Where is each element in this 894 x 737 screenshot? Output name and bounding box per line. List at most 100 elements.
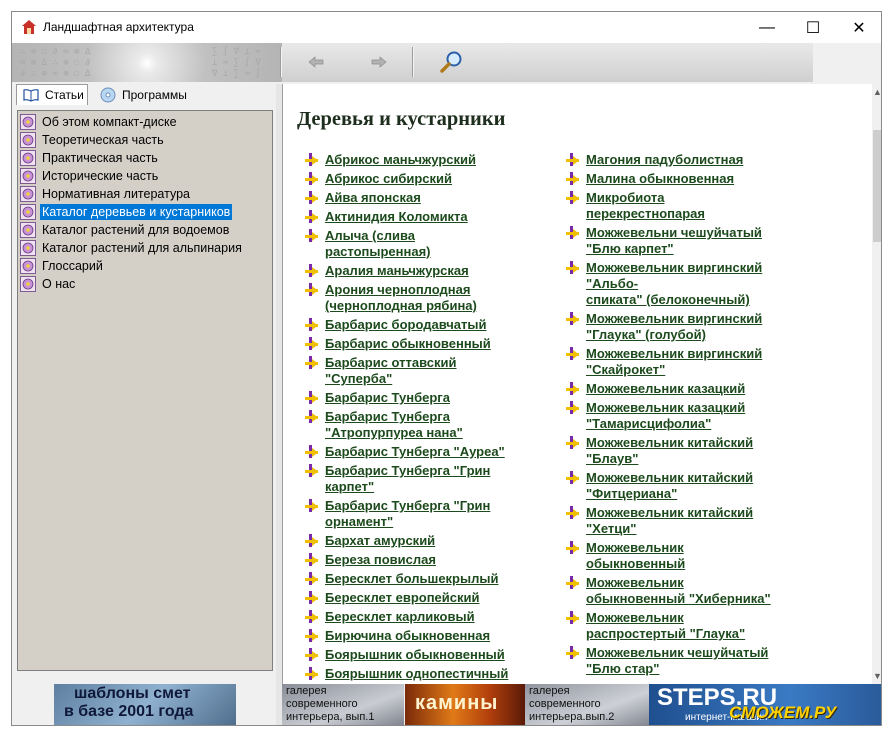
catalog-link[interactable]: Барбарис Тунберга "Ауреа": [305, 444, 535, 460]
catalog-link-text[interactable]: Барбарис Тунберга "Атропурпуреа нана": [325, 409, 463, 441]
catalog-link[interactable]: Бересклет европейский: [305, 590, 535, 606]
catalog-link[interactable]: Микробиота перекрестнопарая: [566, 190, 786, 222]
catalog-link[interactable]: Боярышник обыкновенный: [305, 647, 535, 663]
catalog-link-text[interactable]: Абрикос маньчжурский: [325, 152, 476, 168]
tree-item[interactable]: Об этом компакт-диске: [18, 113, 179, 131]
catalog-link[interactable]: Барбарис Тунберга "Грин карпет": [305, 463, 535, 495]
catalog-link-text[interactable]: Можжевельник китайский "Фитцериана": [586, 470, 753, 502]
catalog-link-text[interactable]: Абрикос сибирский: [325, 171, 452, 187]
catalog-link-text[interactable]: Барбарис оттавский "Суперба": [325, 355, 457, 387]
catalog-link-text[interactable]: Можжевельник обыкновенный "Хиберника": [586, 575, 771, 607]
catalog-link-text[interactable]: Можжевельник китайский "Блаув": [586, 435, 753, 467]
catalog-link[interactable]: Бересклет карликовый: [305, 609, 535, 625]
catalog-link[interactable]: Айва японская: [305, 190, 535, 206]
catalog-link-text[interactable]: Барбарис обыкновенный: [325, 336, 491, 352]
minimize-button[interactable]: —: [744, 12, 790, 43]
catalog-link-text[interactable]: Береза повислая: [325, 552, 436, 568]
tree-item[interactable]: Каталог растений для альпинария: [18, 239, 244, 257]
banner-fireplaces[interactable]: камины: [405, 684, 525, 725]
tree-item[interactable]: Практическая часть: [18, 149, 160, 167]
catalog-link[interactable]: Бархат амурский: [305, 533, 535, 549]
tree-item[interactable]: Теоретическая часть: [18, 131, 166, 149]
catalog-link[interactable]: Можжевельни чешуйчатый "Блю карпет": [566, 225, 786, 257]
catalog-link[interactable]: Можжевельник чешуйчатый "Блю стар": [566, 645, 786, 677]
catalog-link-text[interactable]: Бархат амурский: [325, 533, 435, 549]
content-scrollbar[interactable]: ▲ ▼: [872, 84, 881, 684]
catalog-link[interactable]: Барбарис обыкновенный: [305, 336, 535, 352]
tree-item[interactable]: Нормативная литература: [18, 185, 192, 203]
catalog-link[interactable]: Береза повислая: [305, 552, 535, 568]
catalog-link[interactable]: Барбарис бородавчатый: [305, 317, 535, 333]
catalog-link-text[interactable]: Барбарис Тунберга "Грин орнамент": [325, 498, 490, 530]
catalog-link[interactable]: Барбарис оттавский "Суперба": [305, 355, 535, 387]
tab-programs[interactable]: Программы: [94, 84, 200, 105]
catalog-link-text[interactable]: Бересклет карликовый: [325, 609, 475, 625]
catalog-link-text[interactable]: Можжевельник казацкий: [586, 381, 745, 397]
forward-button[interactable]: [365, 48, 393, 76]
catalog-link[interactable]: Можжевельник распростертый "Глаука": [566, 610, 786, 642]
catalog-link[interactable]: Можжевельник виргинский "Альбо-спиката" (…: [566, 260, 786, 308]
catalog-link[interactable]: Аралия маньчжурская: [305, 263, 535, 279]
catalog-link-text[interactable]: Можжевельни чешуйчатый "Блю карпет": [586, 225, 762, 257]
catalog-link[interactable]: Малина обыкновенная: [566, 171, 786, 187]
catalog-link-text[interactable]: Можжевельник виргинский "Альбо-спиката" (…: [586, 260, 762, 308]
banner-steps-shop[interactable]: STEPS.RU интернет-магазин СМОЖЕМ.РУ: [649, 684, 881, 725]
tree-item[interactable]: О нас: [18, 275, 77, 293]
banner-estimate-templates[interactable]: шаблоны смет в базе 2001 года: [54, 684, 236, 725]
catalog-link-text[interactable]: Можжевельник чешуйчатый "Блю стар": [586, 645, 768, 677]
tree-item[interactable]: Каталог деревьев и кустарников: [18, 203, 233, 221]
catalog-link[interactable]: Можжевельник обыкновенный "Хиберника": [566, 575, 786, 607]
maximize-button[interactable]: ☐: [790, 12, 836, 43]
catalog-link-text[interactable]: Боярышник обыкновенный: [325, 647, 505, 663]
scroll-down-arrow[interactable]: ▼: [872, 668, 881, 684]
catalog-link[interactable]: Арония черноплодная (черноплодная рябина): [305, 282, 535, 314]
tab-articles[interactable]: Статьи: [16, 84, 88, 105]
catalog-link[interactable]: Бирючина обыкновенная: [305, 628, 535, 644]
tree-item[interactable]: Каталог растений для водоемов: [18, 221, 231, 239]
catalog-link-text[interactable]: Актинидия Коломикта: [325, 209, 468, 225]
banner-interior-gallery-1[interactable]: галерея современного интерьера, вып.1: [282, 684, 404, 725]
catalog-link[interactable]: Магония падуболистная: [566, 152, 786, 168]
catalog-link-text[interactable]: Можжевельник распростертый "Глаука": [586, 610, 745, 642]
catalog-link[interactable]: Барбарис Тунберга: [305, 390, 535, 406]
catalog-link-text[interactable]: Айва японская: [325, 190, 421, 206]
catalog-link-text[interactable]: Можжевельник обыкновенный: [586, 540, 685, 572]
catalog-link-text[interactable]: Малина обыкновенная: [586, 171, 734, 187]
catalog-link-text[interactable]: Барбарис Тунберга: [325, 390, 450, 406]
catalog-link[interactable]: Абрикос сибирский: [305, 171, 535, 187]
catalog-link-text[interactable]: Можжевельник китайский "Хетци": [586, 505, 753, 537]
catalog-link-text[interactable]: Можжевельник виргинский "Скайрокет": [586, 346, 762, 378]
catalog-link[interactable]: Можжевельник китайский "Хетци": [566, 505, 786, 537]
catalog-link[interactable]: Бересклет большекрылый: [305, 571, 535, 587]
catalog-link[interactable]: Актинидия Коломикта: [305, 209, 535, 225]
catalog-link-text[interactable]: Магония падуболистная: [586, 152, 743, 168]
catalog-link[interactable]: Можжевельник китайский "Блаув": [566, 435, 786, 467]
catalog-link-text[interactable]: Микробиота перекрестнопарая: [586, 190, 705, 222]
scroll-up-arrow[interactable]: ▲: [872, 84, 881, 100]
catalog-link[interactable]: Барбарис Тунберга "Грин орнамент": [305, 498, 535, 530]
catalog-link[interactable]: Можжевельник виргинский "Скайрокет": [566, 346, 786, 378]
close-button[interactable]: ✕: [836, 12, 881, 43]
banner-interior-gallery-2[interactable]: галерея современного интерьера.вып.2: [525, 684, 649, 725]
catalog-link-text[interactable]: Арония черноплодная (черноплодная рябина): [325, 282, 477, 314]
catalog-link[interactable]: Можжевельник казацкий "Тамарисцифолиа": [566, 400, 786, 432]
catalog-link-text[interactable]: Алыча (слива растопыренная): [325, 228, 431, 260]
search-button[interactable]: [438, 48, 466, 76]
catalog-link[interactable]: Можжевельник китайский "Фитцериана": [566, 470, 786, 502]
catalog-link-text[interactable]: Барбарис бородавчатый: [325, 317, 486, 333]
catalog-link[interactable]: Алыча (слива растопыренная): [305, 228, 535, 260]
scroll-thumb[interactable]: [873, 130, 881, 242]
back-button[interactable]: [302, 48, 330, 76]
catalog-link-text[interactable]: Можжевельник казацкий "Тамарисцифолиа": [586, 400, 745, 432]
tree-item[interactable]: Глоссарий: [18, 257, 105, 275]
catalog-link[interactable]: Боярышник однопестичный: [305, 666, 535, 682]
catalog-link-text[interactable]: Можжевельник виргинский "Глаука" (голубой…: [586, 311, 762, 343]
catalog-link[interactable]: Можжевельник обыкновенный: [566, 540, 786, 572]
catalog-link[interactable]: Можжевельник казацкий: [566, 381, 786, 397]
catalog-link-text[interactable]: Барбарис Тунберга "Ауреа": [325, 444, 505, 460]
catalog-link-text[interactable]: Барбарис Тунберга "Грин карпет": [325, 463, 490, 495]
catalog-link-text[interactable]: Боярышник однопестичный: [325, 666, 508, 682]
catalog-link-text[interactable]: Бирючина обыкновенная: [325, 628, 490, 644]
catalog-link[interactable]: Барбарис Тунберга "Атропурпуреа нана": [305, 409, 535, 441]
catalog-link-text[interactable]: Бересклет большекрылый: [325, 571, 498, 587]
